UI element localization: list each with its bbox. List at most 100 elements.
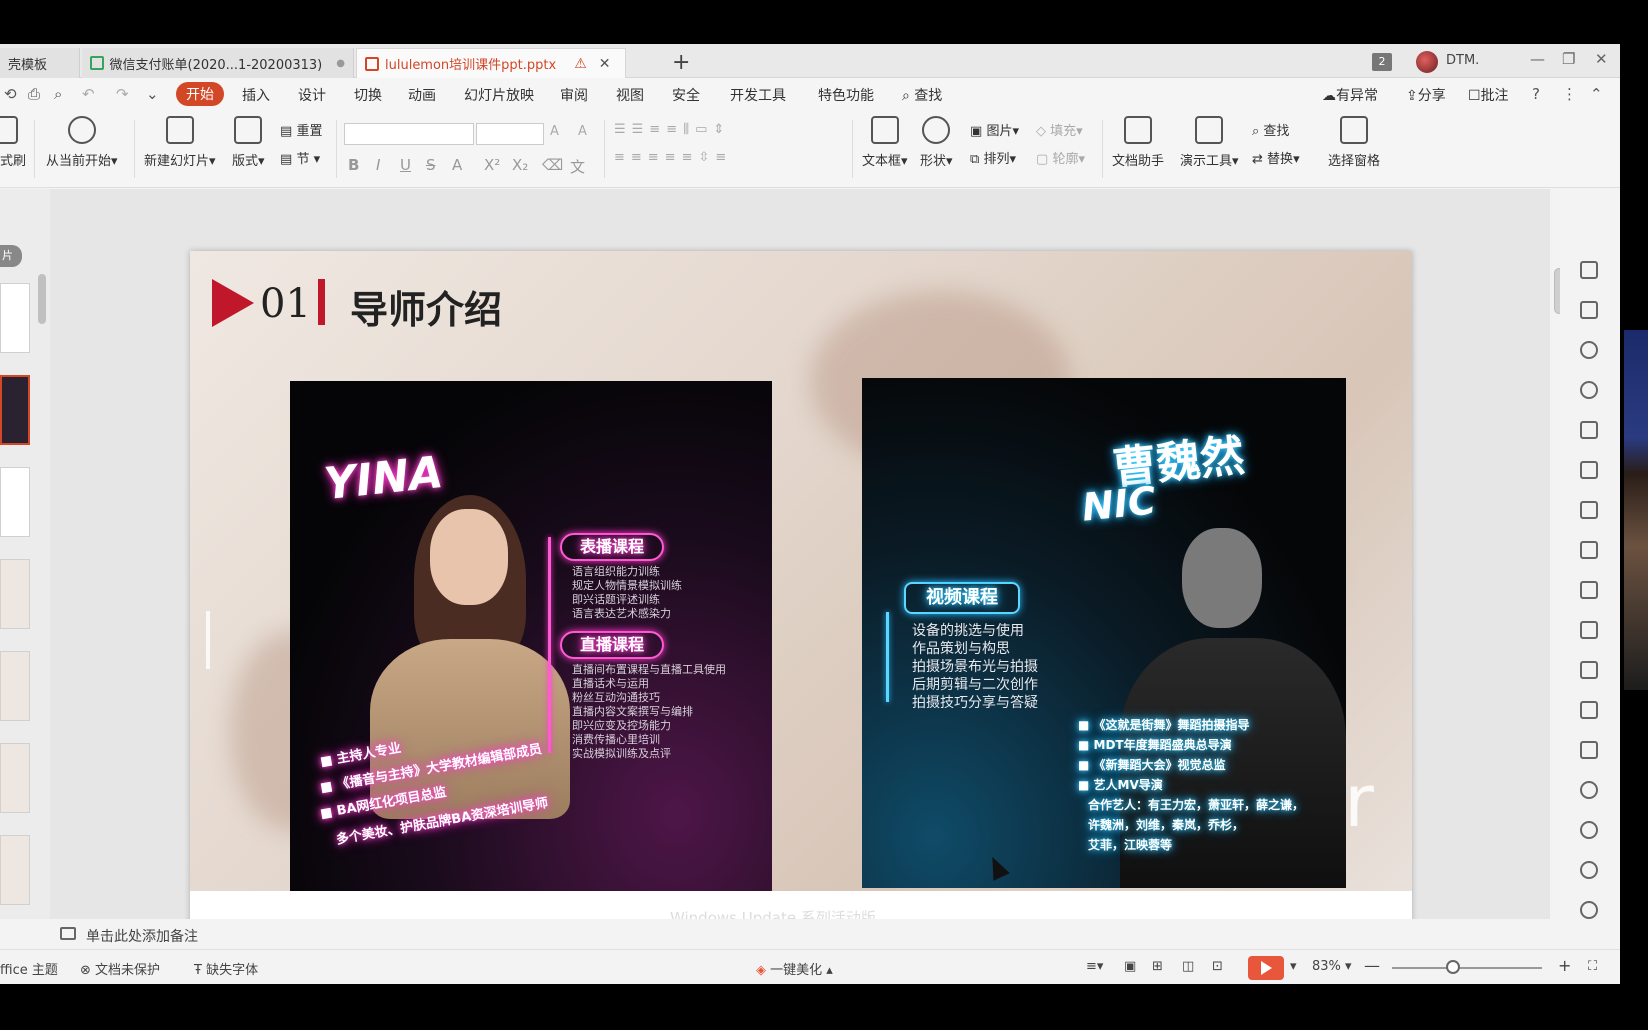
strikethrough-icon[interactable]: S [426,156,436,174]
history-icon[interactable] [1580,861,1598,879]
fit-window-icon[interactable]: ⛶ [1588,959,1597,974]
minimize-icon[interactable]: — [1530,50,1545,68]
shape-button[interactable]: 形状▾ [920,116,953,169]
align-controls-icon[interactable]: ≡≡≡≡≡⇳≡ [614,150,732,165]
redo-icon[interactable]: ↷ [116,85,129,103]
image-icon[interactable] [1580,741,1598,759]
settings-sliders-icon[interactable] [1580,581,1598,599]
tab-template[interactable]: 壳模板 [0,48,80,78]
collapse-ribbon-icon[interactable]: ⌃ [1590,85,1603,103]
format-painter-button[interactable]: 式刷 [0,116,26,169]
outline-button[interactable]: ▢ 轮廓▾ [1036,148,1085,167]
font-family-select[interactable] [344,123,474,145]
slide-thumbnail[interactable] [0,651,30,721]
fill-button[interactable]: ◇ 填充▾ [1036,120,1083,139]
find-button[interactable]: ⌕ 查找 [1252,120,1289,139]
decrease-font-icon[interactable]: A [578,124,587,139]
mentor-card-yina[interactable]: YINA 表播课程 语言组织能力训练 规定人物情景模拟训练 即兴话题评述训练 语… [290,381,772,891]
layers-icon[interactable] [1580,421,1598,439]
user-name[interactable]: DTM. [1446,53,1479,68]
customize-icon[interactable]: ⌄ [146,85,159,103]
menu-view[interactable]: 视图 [616,85,644,105]
slide-thumbnail[interactable] [0,467,30,537]
text-effects-icon[interactable]: 文 [570,156,585,177]
layout-button[interactable]: 版式▾ [232,116,265,169]
subscript-icon[interactable]: X₂ [512,156,528,174]
theme-label[interactable]: ffice 主题 [0,959,58,978]
italic-icon[interactable]: I [376,156,380,174]
archive-icon[interactable] [1580,701,1598,719]
comment-button[interactable]: ☐批注 [1468,85,1509,105]
menu-security[interactable]: 安全 [672,85,700,105]
table-icon[interactable] [1580,461,1598,479]
slide-thumbnail-selected[interactable] [0,375,30,445]
help-circle-icon[interactable] [1580,901,1598,919]
transition-icon[interactable] [1580,301,1598,319]
more-icon[interactable]: ⋮ [1562,85,1577,103]
tab-wechat-bill[interactable]: 微信支付账单(2020...1-20200313) ● [82,48,354,78]
new-tab-icon[interactable]: + [672,50,690,75]
slide-thumbnail[interactable] [0,835,30,905]
clear-format-icon[interactable]: ⌫ [542,156,563,174]
menu-review[interactable]: 审阅 [560,85,588,105]
section-button[interactable]: ▤ 节 ▾ [280,148,320,167]
grid-icon[interactable] [1580,501,1598,519]
normal-view-icon[interactable]: ▣ [1124,959,1136,974]
slideshow-play-button[interactable] [1248,956,1284,980]
superscript-icon[interactable]: X² [484,156,500,174]
menu-design[interactable]: 设计 [298,85,326,105]
print-preview-icon[interactable]: ⌕ [54,85,62,103]
beautify-button[interactable]: ◈ 一键美化 ▴ [756,959,833,978]
image-gallery-icon[interactable] [1580,621,1598,639]
reading-view-icon[interactable]: ◫ [1182,959,1194,974]
restore-icon[interactable]: ❐ [1562,50,1575,68]
textbox-button[interactable]: 文本框▾ [862,116,908,169]
slide-thumbnail[interactable] [0,743,30,813]
doc-assistant-button[interactable]: 文档助手 [1112,116,1164,169]
location-icon[interactable] [1580,381,1598,399]
slide[interactable]: 01 导师介绍 er Windows Update 系列活动版 YINA 表播课… [190,251,1412,939]
tab-lululemon-ppt[interactable]: lululemon培训课件ppt.pptx ⚠ ✕ [356,48,626,78]
shape-panel-icon[interactable] [1580,341,1598,359]
shield-icon[interactable] [1580,821,1598,839]
menu-animation[interactable]: 动画 [408,85,436,105]
zoom-level[interactable]: 83% ▾ [1312,959,1352,974]
selection-pane-button[interactable]: 选择窗格 [1328,116,1380,169]
animation-star-icon[interactable] [1580,261,1598,279]
arrange-button[interactable]: ⧉ 排列▾ [970,148,1016,167]
presentation-tools-button[interactable]: 演示工具▾ [1180,116,1239,169]
export-icon[interactable] [1580,661,1598,679]
exception-button[interactable]: ☁有异常 [1322,85,1378,105]
menu-home[interactable]: 开始 [176,82,224,106]
undo-history-icon[interactable]: ⟲ [4,85,17,103]
menu-transition[interactable]: 切换 [354,85,382,105]
slide-thumbnail[interactable] [0,559,30,629]
reset-button[interactable]: ▤ 重置 [280,120,322,139]
font-color-icon[interactable]: A [452,156,462,174]
sorter-view-icon[interactable]: ⊞ [1152,959,1163,974]
new-slide-button[interactable]: 新建幻灯片▾ [144,116,216,169]
mentor-card-nic[interactable]: 曹魏然 NIC 视频课程 设备的挑选与使用 作品策划与构思 拍摄场景布光与拍摄 … [862,378,1346,888]
notes-toggle-icon[interactable]: ≡▾ [1086,959,1103,974]
thumbnail-tab[interactable]: 片 [0,245,22,267]
list-controls-icon[interactable]: ☰☰≡≡⫼▭⇕ [614,122,730,137]
menu-developer[interactable]: 开发工具 [730,85,786,105]
replace-button[interactable]: ⇄ 替换▾ [1252,148,1300,167]
close-window-icon[interactable]: ✕ [1595,50,1608,68]
increase-font-icon[interactable]: A [550,124,559,139]
menu-special[interactable]: 特色功能 [818,85,874,105]
notes-bar[interactable]: 单击此处添加备注 [50,919,1550,949]
help-icon[interactable]: ? [1532,85,1540,103]
underline-icon[interactable]: U [400,156,411,174]
font-size-select[interactable] [476,123,544,145]
zoom-slider[interactable] [1392,967,1542,969]
undo-icon[interactable]: ↶ [82,85,95,103]
picture-button[interactable]: ▣ 图片▾ [970,120,1019,139]
menu-insert[interactable]: 插入 [242,85,270,105]
play-options-icon[interactable]: ▾ [1290,959,1297,974]
close-tab-icon[interactable]: ✕ [599,56,611,72]
search-command[interactable]: ⌕ 查找 [902,85,942,105]
window-count-badge[interactable]: 2 [1372,53,1392,71]
play-from-current-button[interactable]: 从当前开始▾ [46,116,118,169]
presenter-view-icon[interactable]: ⊡ [1212,959,1223,974]
